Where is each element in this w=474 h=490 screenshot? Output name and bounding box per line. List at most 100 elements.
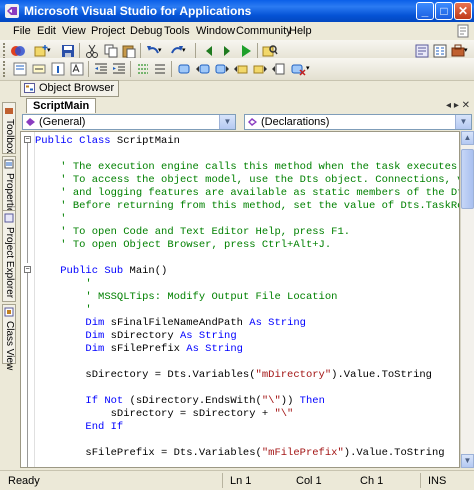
code-editor[interactable]: − − Public Class ScriptMain ' The execut… xyxy=(20,131,460,468)
document-tab-controls[interactable]: ◂ ▸ ✕ xyxy=(446,100,470,111)
uncomment-lines-icon[interactable] xyxy=(152,61,168,77)
code-line[interactable]: ' xyxy=(35,278,91,291)
code-token: sDirectory = sDirectory + xyxy=(35,408,275,420)
collapse-class-icon[interactable]: − xyxy=(24,136,31,143)
decrease-indent-icon[interactable] xyxy=(93,61,109,77)
code-line[interactable]: ' Before returning from this method, set… xyxy=(35,200,459,213)
code-text-area[interactable]: Public Class ScriptMain ' The execution … xyxy=(35,133,459,467)
previous-bookmark-in-folder-icon[interactable] xyxy=(233,61,249,77)
chevron-down-icon[interactable]: ▾ xyxy=(158,43,166,59)
toolbox-side-tab[interactable]: Toolbox xyxy=(2,102,16,154)
copy-icon[interactable] xyxy=(103,43,119,59)
code-line[interactable]: Dim sFinalFileNameAndPath As String xyxy=(35,317,306,330)
code-line[interactable]: Dim sDirectory As String xyxy=(35,330,236,343)
collapse-sub-icon[interactable]: − xyxy=(24,266,31,273)
code-token: sFilePrefix xyxy=(110,343,187,355)
display-parameter-info-icon[interactable] xyxy=(31,61,47,77)
vsa-run-icon[interactable] xyxy=(10,43,26,59)
code-token: sDirectory xyxy=(110,330,180,342)
code-token: Public Class xyxy=(35,135,117,147)
code-token: sFinalFileNameAndPath xyxy=(110,317,250,329)
method-name-combo[interactable]: (Declarations) ▼ xyxy=(244,114,472,130)
code-line[interactable]: ' MSSQLTips: Modify Output File Location xyxy=(35,291,337,304)
toolbar-grip[interactable] xyxy=(3,43,8,59)
code-line[interactable]: sDirectory = Dts.Variables("mDirectory")… xyxy=(35,369,432,382)
find-in-files-icon[interactable] xyxy=(262,43,278,59)
menu-project[interactable]: Project xyxy=(91,25,125,37)
code-line[interactable]: sFilePrefix = Dts.Variables("mFilePrefix… xyxy=(35,447,444,460)
code-token: End If xyxy=(85,421,124,433)
clear-bookmarks-icon[interactable] xyxy=(290,61,306,77)
chevron-down-icon[interactable]: ▾ xyxy=(306,61,314,77)
class-view-side-tab-label: Class View xyxy=(4,321,15,371)
menu-community[interactable]: Community xyxy=(236,25,292,37)
code-token: ' MSSQLTips: Modify Output File Location xyxy=(85,291,338,303)
navigate-forward-icon[interactable] xyxy=(219,43,235,59)
code-line[interactable]: ' and logging features are available as … xyxy=(35,187,459,200)
class-name-combo[interactable]: (General) ▼ xyxy=(22,114,236,130)
chevron-down-icon[interactable]: ▼ xyxy=(455,115,471,129)
paste-icon[interactable] xyxy=(121,43,137,59)
close-button[interactable]: ✕ xyxy=(454,2,472,20)
class-view-side-tab[interactable]: Class View xyxy=(2,304,16,370)
save-icon[interactable] xyxy=(60,43,76,59)
previous-bookmark-icon[interactable] xyxy=(195,61,211,77)
tab-scriptmain[interactable]: ScriptMain xyxy=(26,98,97,114)
next-bookmark-in-folder-icon[interactable] xyxy=(252,61,268,77)
code-line[interactable]: ' xyxy=(35,304,92,317)
display-object-member-list-icon[interactable] xyxy=(12,61,28,77)
menu-debug[interactable]: Debug xyxy=(130,25,162,37)
document-menu-icon[interactable] xyxy=(456,24,470,38)
menu-file[interactable]: File xyxy=(13,25,31,37)
code-line[interactable]: ' To open Code and Text Editor Help, pre… xyxy=(35,226,350,239)
project-explorer-side-tab[interactable]: Project Explorer xyxy=(2,210,16,302)
chevron-down-icon[interactable]: ▾ xyxy=(47,43,55,59)
previous-bookmark-in-document-icon[interactable] xyxy=(271,61,287,77)
toggle-bookmark-icon[interactable] xyxy=(176,61,192,77)
increase-indent-icon[interactable] xyxy=(111,61,127,77)
scroll-thumb[interactable] xyxy=(461,149,474,209)
navigate-backward-icon[interactable] xyxy=(201,43,217,59)
properties-window-icon[interactable] xyxy=(432,43,448,59)
scroll-up-button[interactable]: ▲ xyxy=(461,131,474,145)
quick-info-icon[interactable] xyxy=(50,61,66,77)
code-line[interactable]: Public Class ScriptMain xyxy=(35,135,180,148)
class-view-icon xyxy=(4,307,14,317)
next-bookmark-icon[interactable] xyxy=(214,61,230,77)
chevron-down-icon[interactable]: ▾ xyxy=(464,43,472,59)
menu-help[interactable]: Help xyxy=(289,25,312,37)
complete-word-icon[interactable] xyxy=(69,61,85,77)
menu-window[interactable]: Window xyxy=(196,25,235,37)
comment-out-lines-icon[interactable] xyxy=(135,61,151,77)
toolbar-grip[interactable] xyxy=(3,61,8,77)
start-debugging-icon[interactable] xyxy=(238,43,254,59)
chevron-down-icon[interactable]: ▼ xyxy=(219,115,235,129)
object-browser-tab[interactable]: Object Browser xyxy=(20,80,120,97)
code-line[interactable]: ' To open Object Browser, press Ctrl+Alt… xyxy=(35,239,331,252)
maximize-button[interactable]: □ xyxy=(435,2,453,20)
code-line[interactable]: sDirectory = sDirectory + "\" xyxy=(35,408,294,421)
chevron-down-icon[interactable]: ▾ xyxy=(182,43,190,59)
code-line[interactable]: ' To access the object model, use the Dt… xyxy=(35,174,459,187)
code-line[interactable]: If Not (sDirectory.EndsWith("\")) Then xyxy=(35,395,324,408)
code-token: ' xyxy=(85,304,92,316)
code-line[interactable]: ' The execution engine calls this method… xyxy=(35,161,459,174)
menu-view[interactable]: View xyxy=(62,25,86,37)
code-line[interactable]: End If xyxy=(35,421,123,434)
minimize-button[interactable]: _ xyxy=(416,2,434,20)
scroll-down-button[interactable]: ▼ xyxy=(461,454,474,468)
text-editor-toolbar: ▾ xyxy=(0,58,474,81)
code-line[interactable]: Dim sFilePrefix As String xyxy=(35,343,243,356)
cut-icon[interactable] xyxy=(84,43,100,59)
vertical-scrollbar[interactable]: ▲ ▼ xyxy=(460,131,474,468)
code-token: (sDirectory.EndsWith( xyxy=(129,395,262,407)
menu-tools[interactable]: Tools xyxy=(164,25,190,37)
code-line[interactable]: Public Sub Main() xyxy=(35,265,167,278)
menu-edit[interactable]: Edit xyxy=(37,25,56,37)
code-token: ' xyxy=(60,213,67,225)
code-line[interactable]: ' xyxy=(35,213,67,226)
solution-explorer-icon[interactable] xyxy=(414,43,430,59)
code-token: "mDirectory" xyxy=(255,369,332,381)
code-token: ' and logging features are available as … xyxy=(60,187,459,199)
